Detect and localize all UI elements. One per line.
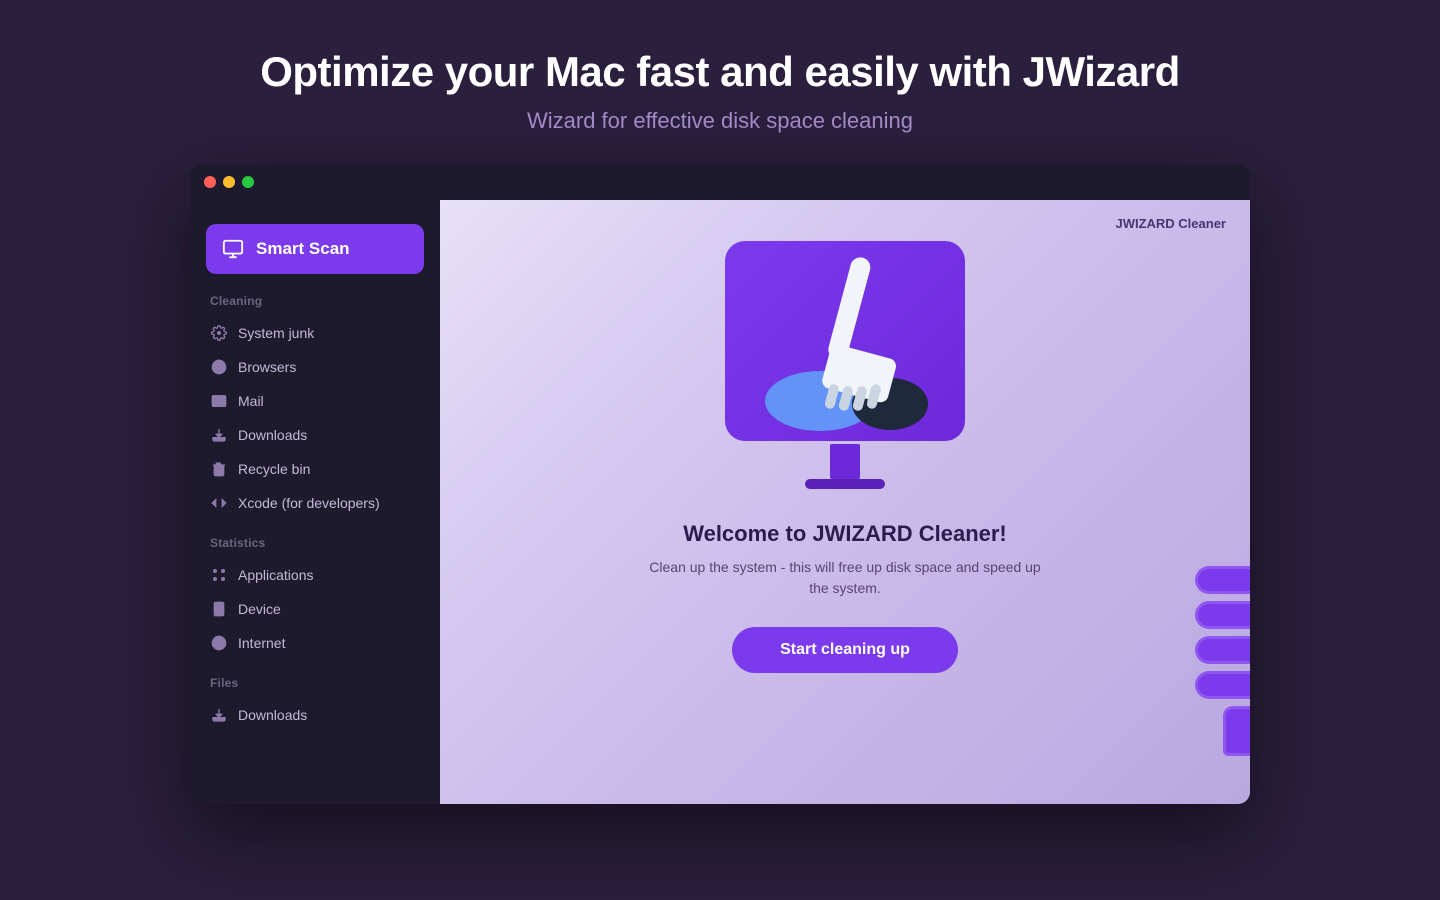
page-header: Optimize your Mac fast and easily with J… xyxy=(0,0,1440,164)
trash-icon xyxy=(210,460,228,478)
deco-bar-2 xyxy=(1195,601,1250,629)
apps-icon xyxy=(210,566,228,584)
monitor-screen xyxy=(725,241,965,441)
main-panel: JWIZARD Cleaner xyxy=(440,200,1250,804)
section-label-statistics: Statistics xyxy=(190,536,440,558)
xcode-label: Xcode (for developers) xyxy=(238,495,380,511)
applications-label: Applications xyxy=(238,567,314,583)
sidebar-item-xcode[interactable]: Xcode (for developers) xyxy=(190,486,440,520)
page-title: Optimize your Mac fast and easily with J… xyxy=(20,48,1420,96)
internet-label: Internet xyxy=(238,635,285,651)
browsers-label: Browsers xyxy=(238,359,296,375)
sidebar-item-internet[interactable]: Internet xyxy=(190,626,440,660)
welcome-content: Welcome to JWIZARD Cleaner! Clean up the… xyxy=(645,521,1045,673)
download-icon xyxy=(210,426,228,444)
deco-bar-3 xyxy=(1195,636,1250,664)
title-bar xyxy=(190,164,1250,200)
device-icon xyxy=(210,600,228,618)
system-junk-label: System junk xyxy=(238,325,314,341)
page-subtitle: Wizard for effective disk space cleaning xyxy=(20,108,1420,134)
broom-svg xyxy=(745,246,945,436)
app-name-label: JWIZARD Cleaner xyxy=(1115,216,1226,231)
sidebar-item-downloads[interactable]: Downloads xyxy=(190,418,440,452)
gear-icon xyxy=(210,324,228,342)
monitor-illustration xyxy=(705,241,985,501)
sidebar-item-files-downloads[interactable]: Downloads xyxy=(190,698,440,732)
monitor-stand xyxy=(830,444,860,479)
app-window: Smart Scan Cleaning System junk Browsers xyxy=(190,164,1250,804)
deco-bar-4 xyxy=(1195,671,1250,699)
monitor-base xyxy=(805,479,885,489)
start-cleaning-button[interactable]: Start cleaning up xyxy=(732,627,958,673)
code-icon xyxy=(210,494,228,512)
sidebar-section-files: Files Downloads xyxy=(190,676,440,732)
sidebar-item-mail[interactable]: Mail xyxy=(190,384,440,418)
mail-icon xyxy=(210,392,228,410)
right-decoration xyxy=(1195,566,1250,744)
traffic-light-red[interactable] xyxy=(204,176,216,188)
sidebar-item-browsers[interactable]: Browsers xyxy=(190,350,440,384)
section-label-files: Files xyxy=(190,676,440,698)
sidebar-section-statistics: Statistics Applications Device xyxy=(190,536,440,660)
thumb-top xyxy=(1223,706,1251,756)
traffic-light-yellow[interactable] xyxy=(223,176,235,188)
welcome-desc: Clean up the system - this will free up … xyxy=(645,557,1045,599)
sidebar-item-applications[interactable]: Applications xyxy=(190,558,440,592)
traffic-light-green[interactable] xyxy=(242,176,254,188)
sidebar-item-device[interactable]: Device xyxy=(190,592,440,626)
internet-icon xyxy=(210,634,228,652)
files-download-icon xyxy=(210,706,228,724)
mail-label: Mail xyxy=(238,393,264,409)
sidebar: Smart Scan Cleaning System junk Browsers xyxy=(190,200,440,804)
traffic-lights xyxy=(204,176,254,188)
recycle-bin-label: Recycle bin xyxy=(238,461,310,477)
sidebar-item-system-junk[interactable]: System junk xyxy=(190,316,440,350)
browsers-icon xyxy=(210,358,228,376)
welcome-title: Welcome to JWIZARD Cleaner! xyxy=(645,521,1045,547)
sidebar-section-cleaning: Cleaning System junk Browsers xyxy=(190,294,440,520)
sidebar-item-recycle-bin[interactable]: Recycle bin xyxy=(190,452,440,486)
smart-scan-button[interactable]: Smart Scan xyxy=(206,224,424,274)
downloads-label: Downloads xyxy=(238,427,307,443)
monitor-icon xyxy=(222,238,244,260)
files-downloads-label: Downloads xyxy=(238,707,307,723)
section-label-cleaning: Cleaning xyxy=(190,294,440,316)
device-label: Device xyxy=(238,601,281,617)
deco-bar-1 xyxy=(1195,566,1250,594)
smart-scan-label: Smart Scan xyxy=(256,239,350,259)
